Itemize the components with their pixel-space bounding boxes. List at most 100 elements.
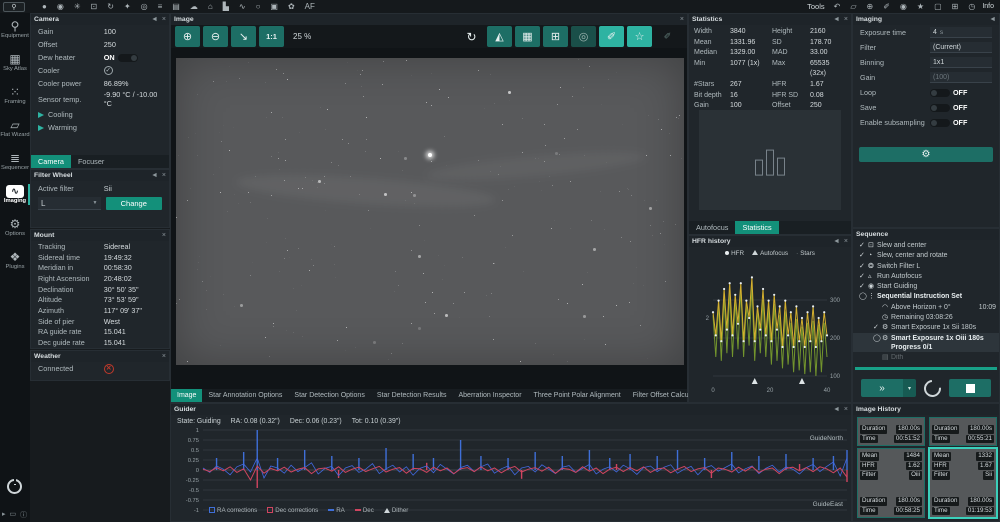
pin-icon[interactable]: ◄ — [833, 16, 840, 23]
info-menu[interactable]: Info — [982, 3, 994, 10]
image-tab[interactable]: Image — [171, 389, 202, 402]
close-icon[interactable]: × — [680, 16, 684, 23]
sequence-item[interactable]: ◠ Above Horizon + 0° 10:09 — [853, 302, 999, 312]
camera-dock-tab[interactable]: Camera — [31, 155, 71, 168]
flip-horizontal-button[interactable]: ◭ — [487, 26, 512, 47]
statistics-dock-tab[interactable]: Statistics — [735, 221, 778, 234]
one-to-one-button[interactable]: 1:1 — [259, 26, 284, 47]
log-icon[interactable]: ▭ — [10, 510, 17, 520]
filter-select[interactable]: (Current) — [930, 42, 992, 53]
bahtinov-button[interactable]: ⊞ — [543, 26, 568, 47]
close-icon[interactable]: × — [844, 406, 848, 413]
safety-monitor-icon[interactable]: ▣ — [270, 0, 278, 13]
start-exposure-button[interactable]: ⚙ — [859, 147, 993, 162]
camera-dock-tab[interactable]: Focuser — [71, 155, 111, 168]
cooling-expander[interactable]: Cooling — [31, 108, 169, 121]
image-tab[interactable]: Star Annotation Options — [202, 389, 288, 402]
close-icon[interactable]: × — [844, 16, 848, 23]
close-icon[interactable]: × — [844, 238, 848, 245]
pin-icon[interactable]: ◄ — [151, 16, 158, 23]
sidebar-item-framing[interactable]: ⁙ Framing — [0, 79, 30, 112]
connect-button[interactable]: ⚲ — [3, 2, 25, 12]
rotator-icon[interactable]: ⊡ — [91, 0, 98, 13]
focuser-icon[interactable]: ✳ — [74, 0, 81, 13]
filter-wheel-icon[interactable]: ◉ — [57, 0, 64, 13]
statistics-dock-tab[interactable]: Autofocus — [689, 221, 735, 234]
exposure-time-input[interactable]: 4s — [930, 27, 992, 38]
sequence-item[interactable]: ◯ ⋮ Sequential Instruction Set — [853, 291, 999, 301]
sequence-item[interactable]: ✓ ⚙ Smart Exposure 1x Sii 180s — [853, 322, 999, 332]
switch-icon[interactable]: ≡ — [158, 0, 163, 13]
dew-heater-toggle[interactable] — [118, 54, 138, 62]
pin-icon[interactable]: ◄ — [151, 172, 158, 179]
sidebar-item-sky-atlas[interactable]: ▦ Sky Atlas — [0, 46, 30, 79]
cooler-on-icon[interactable]: ✓ — [104, 66, 113, 75]
platesolve-annotate-button[interactable]: ✐ — [655, 26, 680, 47]
rotate-button[interactable]: ↻ — [459, 26, 484, 47]
flat-icon[interactable]: ▱ — [850, 0, 856, 13]
guider-icon[interactable]: ✦ — [124, 0, 131, 13]
image-tab[interactable]: Star Detection Options — [288, 389, 370, 402]
search-icon[interactable]: ⊕ — [867, 0, 874, 13]
sidebar-item-options[interactable]: ⚙ Options — [0, 211, 30, 244]
sequence-item[interactable]: ◷ Remaining 03:08:26 — [853, 312, 999, 322]
resize-icon[interactable]: ▢ — [934, 0, 942, 13]
image-tab[interactable]: Three Point Polar Alignment — [528, 389, 627, 402]
subsampling-toggle[interactable] — [930, 119, 950, 127]
image-tab[interactable]: Aberration Inspector — [453, 389, 528, 402]
sequence-item[interactable]: ✓ ❂ Switch Filter L — [853, 261, 999, 271]
history-thumbnail[interactable]: Duration180.00s Time00:51:52 — [857, 417, 925, 446]
image-viewer[interactable] — [171, 48, 687, 389]
grid-icon[interactable]: ⊞ — [952, 0, 959, 13]
telescope-icon[interactable]: ↻ — [107, 0, 114, 13]
hfr-history-chart[interactable]: 300200100202040 — [689, 260, 853, 402]
sidebar-item-imaging[interactable]: ∿ Imaging — [0, 178, 30, 211]
loop-toggle[interactable] — [930, 89, 950, 97]
save-toggle[interactable] — [930, 104, 950, 112]
sequence-item[interactable]: ◯ ⚙ Smart Exposure 1x Oiii 180s Progress… — [853, 333, 999, 353]
skip-options-caret[interactable]: ▾ — [903, 379, 916, 397]
autofocus-icon[interactable]: AF — [305, 0, 315, 13]
close-icon[interactable]: × — [162, 353, 166, 360]
image-tab[interactable]: Star Detection Results — [371, 389, 453, 402]
close-icon[interactable]: × — [162, 172, 166, 179]
warming-expander[interactable]: Warming — [31, 121, 169, 134]
captured-image[interactable] — [176, 58, 684, 365]
about-icon[interactable]: ⓘ — [20, 510, 27, 520]
zoom-out-button[interactable]: ⊖ — [203, 26, 228, 47]
power-button[interactable] — [7, 479, 22, 494]
filter-select[interactable]: L▼ — [38, 197, 101, 210]
history-thumbnail[interactable]: Duration180.00s Time00:55:21 — [929, 417, 997, 446]
stop-button[interactable] — [949, 379, 991, 397]
auto-stretch-button[interactable]: ✐ — [599, 26, 624, 47]
fit-image-button[interactable]: ↘ — [231, 26, 256, 47]
bulb-icon[interactable]: ○ — [256, 0, 261, 13]
target-icon[interactable]: ◉ — [900, 0, 907, 13]
pin-icon[interactable]: ◄ — [989, 16, 996, 23]
histogram-icon[interactable]: ▙ — [223, 0, 229, 13]
sidebar-item-sequencer[interactable]: ≣ Sequencer — [0, 145, 30, 178]
chart-icon[interactable]: ∿ — [239, 0, 246, 13]
sequence-item[interactable]: ▤ Dith — [853, 352, 999, 362]
close-icon[interactable]: × — [162, 16, 166, 23]
star-detection-button[interactable]: ☆ — [627, 26, 652, 47]
dome-icon[interactable]: ◎ — [141, 0, 148, 13]
star-icon[interactable]: ★ — [917, 0, 924, 13]
sidebar-item-plugins[interactable]: ❖ Plugins — [0, 244, 30, 277]
tools-menu[interactable]: Tools — [807, 2, 825, 11]
crosshair-button[interactable]: ◎ — [571, 26, 596, 47]
gain-input[interactable]: (100) — [930, 72, 992, 83]
close-icon[interactable]: × — [162, 232, 166, 239]
sidebar-item-equipment[interactable]: ⚲ Equipment — [0, 13, 30, 46]
pin-icon[interactable]: ◄ — [833, 406, 840, 413]
camera-icon[interactable]: ● — [42, 0, 47, 13]
undo-icon[interactable]: ↶ — [834, 0, 841, 13]
flat-panel-icon[interactable]: ▤ — [172, 0, 180, 13]
history-thumbnail[interactable]: Mean1484 HFR1.62 FilterOiii Duration180.… — [857, 448, 925, 518]
skip-button[interactable]: » — [861, 379, 903, 397]
disconnected-icon[interactable]: ✕ — [104, 364, 114, 374]
plugins-icon[interactable]: ✿ — [288, 0, 295, 13]
change-filter-button[interactable]: Change — [106, 197, 163, 210]
history-icon[interactable]: ◷ — [968, 0, 975, 13]
plate-solve-icon[interactable]: ✐ — [883, 0, 890, 13]
